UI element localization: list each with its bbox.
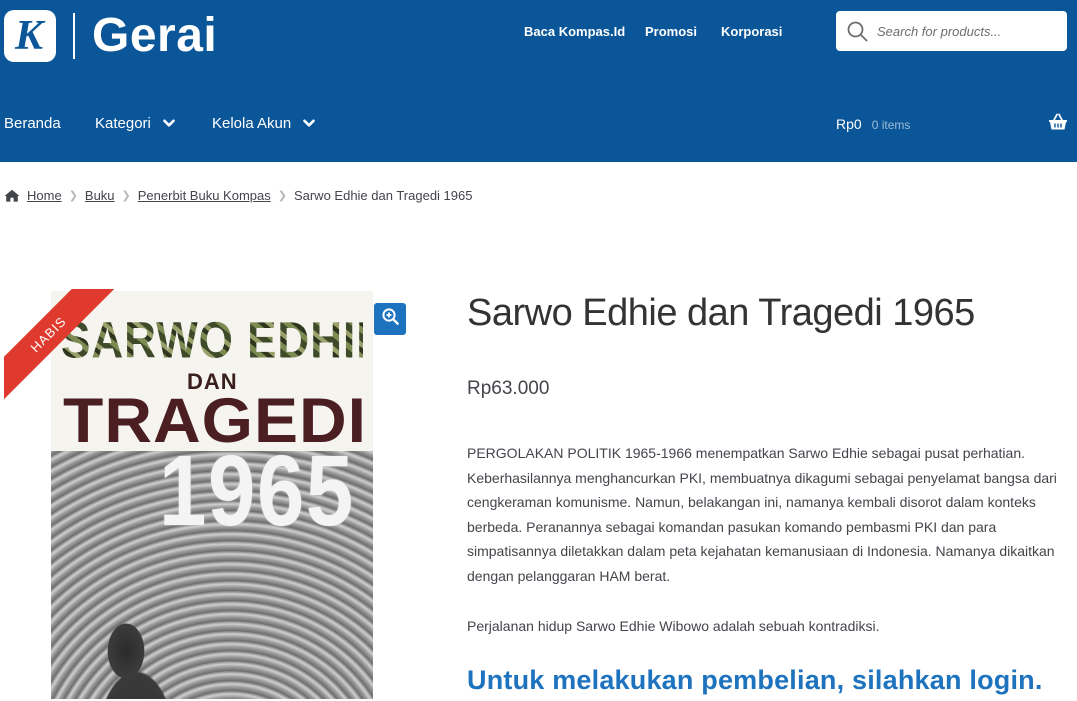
login-prompt[interactable]: Untuk melakukan pembelian, silahkan logi… [467, 665, 1043, 696]
search-input[interactable] [877, 23, 1057, 39]
product-title: Sarwo Edhie dan Tragedi 1965 [467, 292, 975, 334]
nav-item-kategori[interactable]: Kategori [95, 115, 175, 132]
chevron-down-icon [163, 119, 175, 128]
out-of-stock-badge: HABIS [4, 289, 114, 399]
product-search [836, 11, 1067, 51]
nav-item-kelola-akun[interactable]: Kelola Akun [212, 115, 316, 132]
breadcrumb-current: Sarwo Edhie dan Tragedi 1965 [293, 188, 473, 203]
basket-icon[interactable] [1048, 113, 1068, 133]
chevron-down-icon [303, 119, 316, 128]
product-description: PERGOLAKAN POLITIK 1965-1966 menempatkan… [467, 445, 1057, 584]
cover-title-line: 1965 [159, 435, 355, 547]
breadcrumb-link-penerbit[interactable]: Penerbit Buku Kompas [138, 188, 271, 203]
site-header: K Gerai Baca Kompas.Id Promosi Korporasi… [0, 0, 1077, 162]
product-price: Rp63.000 [467, 378, 550, 399]
cart-summary[interactable]: Rp0 0 items [836, 116, 910, 132]
product-description-extra: Perjalanan hidup Sarwo Edhie Wibowo adal… [467, 618, 880, 634]
nav-link-baca-kompas[interactable]: Baca Kompas.Id [524, 24, 625, 39]
home-icon [4, 189, 20, 202]
nav-item-label: Beranda [4, 115, 61, 132]
nav-item-label: Kategori [95, 115, 151, 132]
breadcrumb-link-buku[interactable]: Buku [85, 188, 115, 203]
search-icon[interactable] [847, 20, 869, 42]
breadcrumb-link-home[interactable]: Home [27, 188, 62, 203]
breadcrumb-separator-icon: ❯ [68, 190, 78, 202]
cart-amount: Rp0 [836, 116, 862, 132]
breadcrumb-separator-icon: ❯ [121, 190, 131, 202]
nav-link-korporasi[interactable]: Korporasi [721, 24, 782, 39]
nav-link-promosi[interactable]: Promosi [645, 24, 697, 39]
cart-count: 0 items [871, 118, 911, 132]
badge-label: HABIS [4, 289, 114, 399]
nav-item-label: Kelola Akun [212, 115, 292, 132]
nav-item-beranda[interactable]: Beranda [4, 115, 61, 132]
breadcrumb-separator-icon: ❯ [277, 190, 287, 202]
zoom-icon [381, 308, 399, 330]
zoom-button[interactable] [374, 303, 406, 335]
breadcrumb: Home ❯ Buku ❯ Penerbit Buku Kompas ❯ Sar… [4, 188, 472, 203]
